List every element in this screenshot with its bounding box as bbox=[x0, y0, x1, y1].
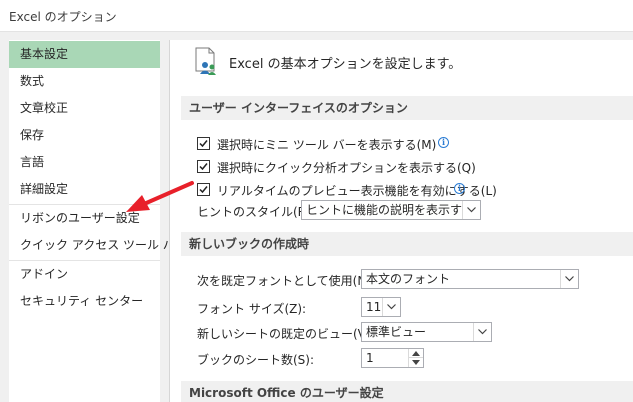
info-icon[interactable]: i bbox=[454, 183, 465, 194]
default-view-label: 新しいシートの既定のビュー(V): bbox=[197, 327, 375, 341]
default-font-dropdown[interactable]: 本文のフォント bbox=[361, 269, 579, 289]
tip-style-label: ヒントのスタイル(R): bbox=[197, 205, 315, 219]
options-sidebar: 基本設定 数式 文章校正 保存 言語 詳細設定 リボンのユーザー設定 クイック … bbox=[9, 40, 187, 402]
sidebar-item-general[interactable]: 基本設定 bbox=[9, 41, 160, 68]
stepper-buttons bbox=[408, 349, 423, 367]
mini-toolbar-label: 選択時にミニ ツール バーを表示する(M) bbox=[217, 138, 437, 152]
stepper-up-icon[interactable] bbox=[409, 349, 423, 358]
section-header-ui-options: ユーザー インターフェイスのオプション bbox=[181, 96, 633, 120]
sidebar-item-quick-access-toolbar[interactable]: クイック アクセス ツール バー bbox=[9, 232, 187, 259]
section-header-office-personalization: Microsoft Office のユーザー設定 bbox=[181, 381, 633, 402]
stepper-down-icon[interactable] bbox=[409, 358, 423, 367]
section-header-new-workbook: 新しいブックの作成時 bbox=[181, 232, 633, 256]
page-header-text: Excel の基本オプションを設定します。 bbox=[229, 57, 462, 72]
sidebar-item-formulas[interactable]: 数式 bbox=[9, 68, 160, 95]
default-font-value: 本文のフォント bbox=[366, 272, 451, 286]
font-size-value: 11 bbox=[366, 300, 382, 314]
chevron-down-icon[interactable] bbox=[560, 270, 578, 288]
chevron-down-icon[interactable] bbox=[462, 201, 480, 219]
tip-style-value: ヒントに機能の説明を表示する bbox=[306, 203, 475, 217]
checkmark-icon bbox=[199, 140, 208, 148]
default-view-dropdown[interactable]: 標準ビュー bbox=[361, 322, 492, 342]
sheet-count-value: 1 bbox=[366, 351, 374, 365]
sidebar-item-save[interactable]: 保存 bbox=[9, 122, 160, 149]
options-settings-icon bbox=[194, 47, 220, 80]
options-content-panel: Excel の基本オプションを設定します。 ユーザー インターフェイスのオプショ… bbox=[169, 40, 633, 402]
tip-style-dropdown[interactable]: ヒントに機能の説明を表示する bbox=[301, 200, 481, 220]
sheet-count-stepper[interactable]: 1 bbox=[361, 348, 424, 368]
sidebar-item-proofing[interactable]: 文章校正 bbox=[9, 95, 160, 122]
checkmark-icon bbox=[199, 163, 208, 171]
live-preview-checkbox[interactable] bbox=[197, 183, 210, 196]
mini-toolbar-checkbox[interactable] bbox=[197, 137, 210, 150]
sidebar-item-add-ins[interactable]: アドイン bbox=[9, 261, 160, 288]
sheet-count-label: ブックのシート数(S): bbox=[197, 353, 315, 367]
chevron-down-icon[interactable] bbox=[382, 298, 400, 316]
window-title: Excel のオプション bbox=[9, 10, 117, 24]
quick-analysis-label: 選択時にクイック分析オプションを表示する(Q) bbox=[217, 161, 476, 175]
info-icon[interactable]: i bbox=[438, 137, 449, 148]
font-size-dropdown[interactable]: 11 bbox=[361, 297, 401, 317]
title-bar: Excel のオプション bbox=[0, 0, 633, 32]
chevron-down-icon[interactable] bbox=[473, 323, 491, 341]
default-font-label: 次を既定フォントとして使用(N): bbox=[197, 274, 376, 288]
red-arrow-annotation-icon bbox=[126, 181, 194, 212]
font-size-label: フォント サイズ(Z): bbox=[197, 302, 307, 316]
sidebar-item-trust-center[interactable]: セキュリティ センター bbox=[9, 288, 160, 315]
default-view-value: 標準ビュー bbox=[366, 325, 427, 339]
sidebar-item-language[interactable]: 言語 bbox=[9, 149, 160, 176]
checkmark-icon bbox=[199, 186, 208, 194]
excel-options-window: Excel のオプション 基本設定 数式 文章校正 保存 言語 詳細設定 リボン… bbox=[0, 0, 633, 402]
quick-analysis-checkbox[interactable] bbox=[197, 160, 210, 173]
